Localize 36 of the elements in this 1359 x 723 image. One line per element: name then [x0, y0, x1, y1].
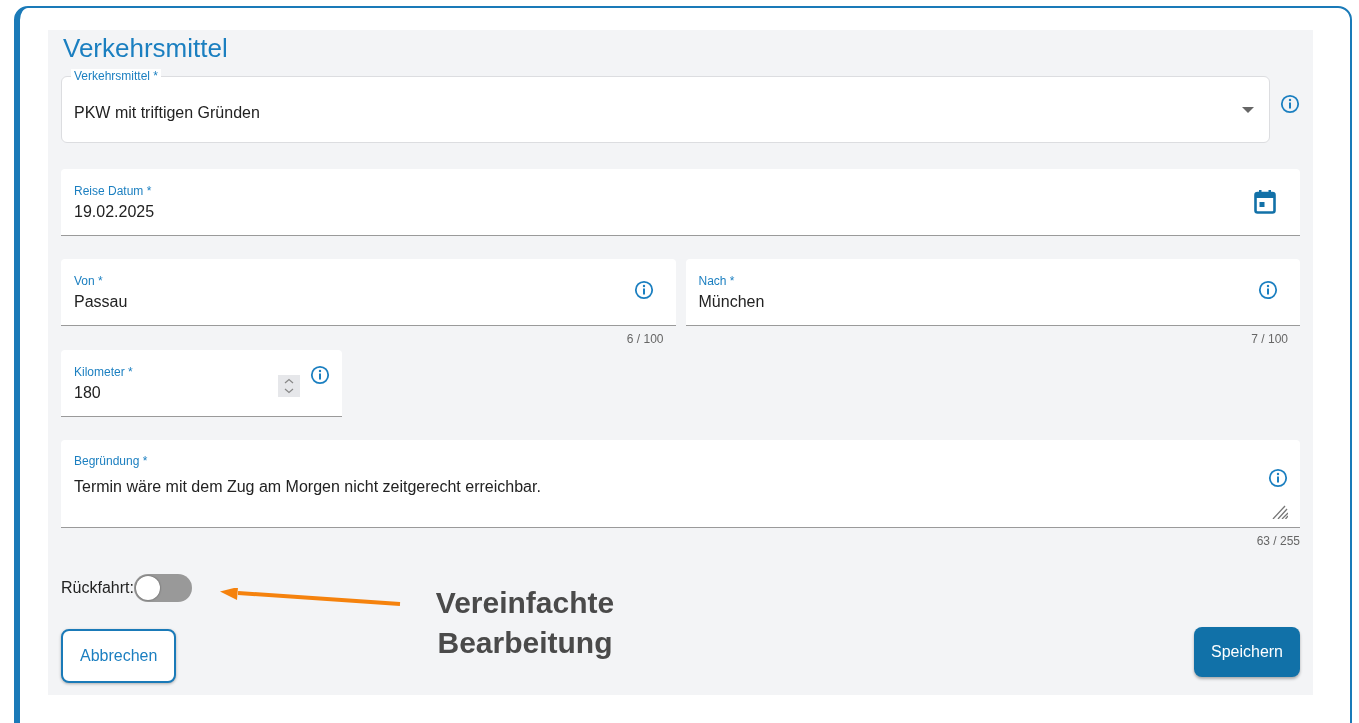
calendar-icon[interactable]	[1254, 190, 1276, 214]
toggle-switch[interactable]	[133, 574, 192, 602]
info-icon[interactable]	[1258, 280, 1278, 300]
text-field[interactable]: Nach * München	[685, 259, 1300, 326]
textarea-field[interactable]: Begründung * Termin wäre mit dem Zug am Morgen nicht zeitgerecht erreichbar.	[61, 440, 1300, 528]
field-value: Termin wäre mit dem Zug am Morgen nicht zeitgerecht erreichbar.	[74, 477, 542, 496]
field-value: 180	[74, 382, 102, 402]
character-counter: 63 / 255	[1256, 534, 1300, 548]
info-icon[interactable]	[1268, 468, 1288, 488]
field-value: Passau	[74, 291, 129, 311]
transport-select[interactable]: Verkehrsmittel * PKW mit triftigen Gründen	[61, 69, 1270, 143]
field-label: Reise Datum *	[74, 183, 153, 198]
save-button[interactable]: Speichern	[1193, 627, 1300, 677]
section-title: Verkehrsmittel	[63, 32, 229, 64]
field-label: Verkehrsmittel *	[71, 69, 162, 83]
field-label: Kilometer *	[74, 364, 134, 379]
spinner-icon[interactable]	[278, 375, 300, 397]
field-value: 19.02.2025	[74, 201, 156, 221]
date-field[interactable]: Reise Datum * 19.02.2025	[61, 169, 1300, 236]
field-label: Von *	[74, 273, 104, 288]
number-field[interactable]: Kilometer * 180	[61, 350, 342, 417]
field-value: München	[698, 291, 766, 311]
field-label: Nach *	[698, 273, 736, 288]
info-icon[interactable]	[633, 280, 654, 300]
field-value: PKW mit triftigen Gründen	[74, 103, 261, 122]
toggle-label: Rückfahrt:	[61, 579, 134, 597]
annotation-text: Vereinfachte Bearbeitung	[434, 585, 616, 661]
cancel-button[interactable]: Abbrechen	[61, 629, 177, 683]
character-counter: 7 / 100	[1251, 332, 1288, 346]
resize-handle-icon[interactable]	[1272, 505, 1288, 519]
character-counter: 6 / 100	[626, 332, 664, 346]
caret-icon	[1242, 106, 1254, 113]
text-field[interactable]: Von * Passau	[61, 259, 676, 326]
info-icon[interactable]	[1280, 94, 1300, 114]
field-label: Begründung *	[74, 454, 149, 468]
info-icon[interactable]	[310, 365, 330, 385]
